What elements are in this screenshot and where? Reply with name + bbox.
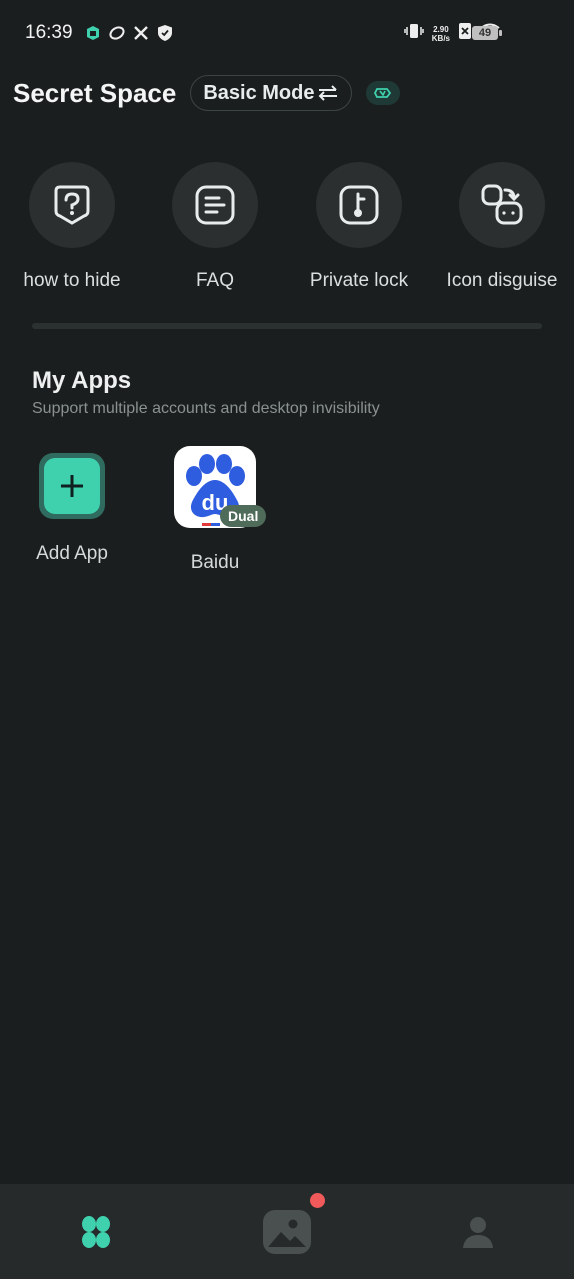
vip-badge[interactable] [366,81,401,105]
app-baidu[interactable]: du Dual Baidu [155,446,275,574]
icon-swap-icon [481,184,523,225]
gallery-icon [263,1209,311,1254]
profile-icon [463,1216,493,1248]
feature-shortcuts: how to hide FAQ Private lock Icon disgui… [0,162,574,302]
faq-list-icon [195,185,235,225]
add-app-tile [39,453,105,519]
battery-icon: 49 [472,26,502,40]
feature-label: Private lock [309,270,409,291]
battery-tip [499,30,502,36]
header: Secret Space Basic Mode [13,74,401,112]
net-speed: 2.90 KB/s [432,25,450,43]
status-bar: 16:39 2.90 KB/s 49 [0,0,574,66]
app-notification-icon [84,24,102,42]
plus-icon [61,475,83,497]
feature-label: how to hide [23,270,121,291]
feature-circle [459,162,545,248]
feature-how-to-hide[interactable]: how to hide [2,162,142,292]
vibrate-icon [404,22,424,45]
my-apps-subtitle: Support multiple accounts and desktop in… [32,400,380,417]
home-grid-icon [82,1215,110,1248]
dual-badge: Dual [220,505,267,527]
section-divider [32,323,542,329]
sync-icon [108,24,126,42]
feature-circle [29,162,115,248]
basic-mode-button[interactable]: Basic Mode [190,75,353,111]
nav-home[interactable] [48,1184,144,1279]
feature-private-lock[interactable]: Private lock [289,162,429,292]
battery-level: 49 [478,27,492,39]
feature-circle [316,162,402,248]
feature-label: FAQ [195,270,234,291]
feature-icon-disguise[interactable]: Icon disguise [432,162,572,292]
status-time: 16:39 [25,22,73,43]
net-speed-unit: KB/s [431,33,450,43]
add-app-button[interactable]: Add App [12,446,132,565]
nav-profile[interactable] [430,1184,526,1279]
question-shield-icon [54,185,90,225]
my-apps-title: My Apps [32,367,132,394]
feature-faq[interactable]: FAQ [145,162,285,292]
gallery-notification-dot [310,1193,325,1208]
tools-icon [132,24,150,42]
vip-badge-icon [374,88,392,98]
app-label: Baidu [190,552,240,573]
baidu-app-icon: du Dual [174,446,267,528]
net-speed-value: 2.90 [433,24,449,34]
app-label: Add App [36,543,108,564]
status-left-icons [84,24,174,42]
mode-label: Basic Mode [203,81,315,104]
feature-circle [172,162,258,248]
swap-arrows-icon [319,85,338,101]
add-app-inner [44,458,100,514]
bottom-nav [0,1184,574,1279]
feature-label: Icon disguise [446,270,558,291]
lock-key-icon [339,185,379,225]
shield-icon [156,24,174,42]
sim-x-icon [458,22,472,45]
page-title: Secret Space [13,77,177,108]
